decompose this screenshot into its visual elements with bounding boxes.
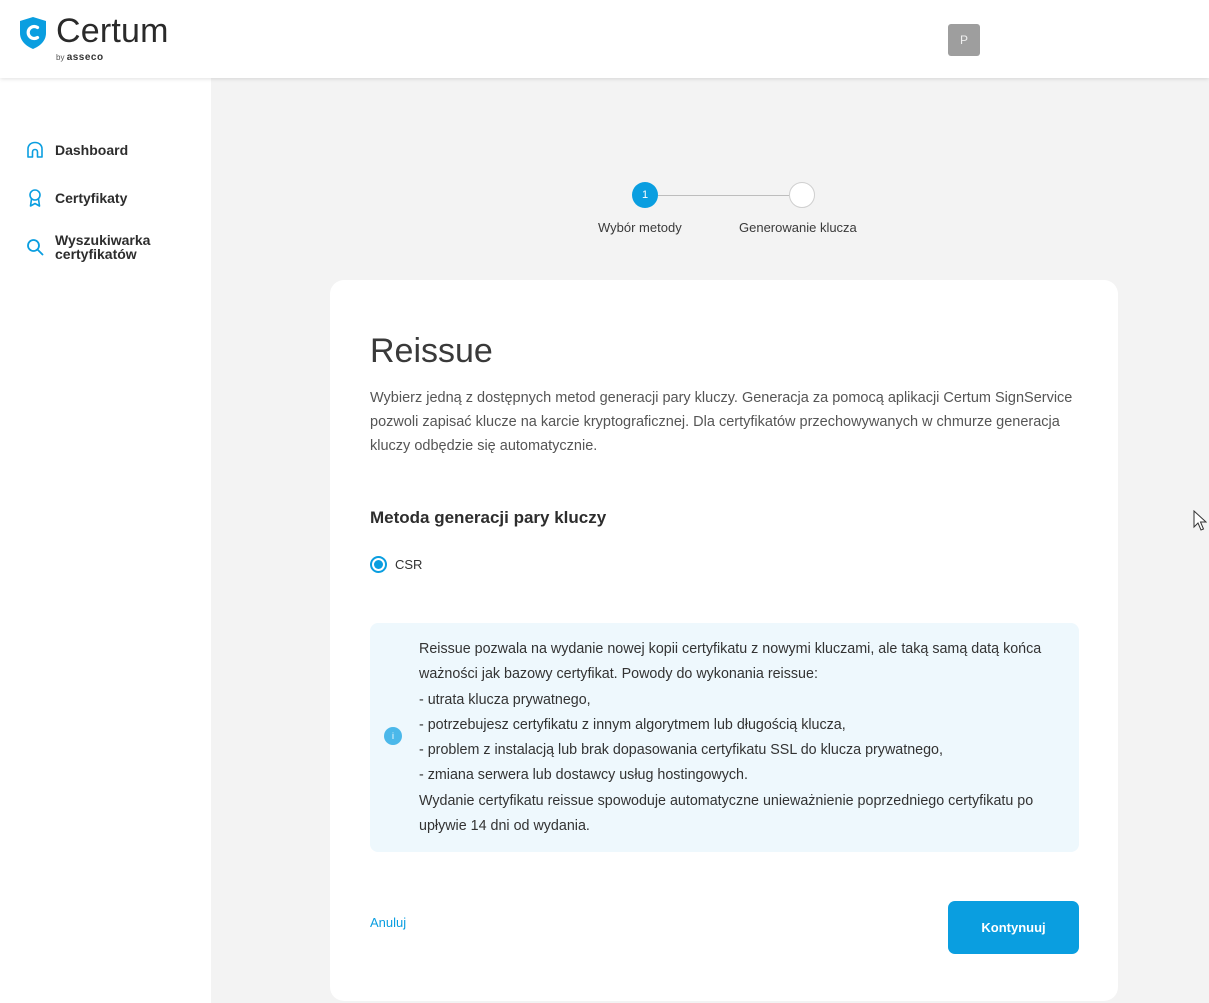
sidebar-item-label: Certyfikaty <box>55 190 128 206</box>
continue-button[interactable]: Kontynuuj <box>948 901 1079 954</box>
step-1-indicator: 1 <box>632 182 658 208</box>
mouse-cursor-icon <box>1193 510 1207 531</box>
info-line: Reissue pozwala na wydanie nowej kopii c… <box>419 641 1042 683</box>
section-title: Metoda generacji pary kluczy <box>370 508 607 527</box>
reissue-card: Reissue Wybierz jedną z dostępnych metod… <box>330 280 1118 1001</box>
info-line: - utrata klucza prywatnego, <box>419 691 591 708</box>
step-2-label: Generowanie klucza <box>739 220 857 235</box>
cancel-link[interactable]: Anuluj <box>370 915 406 930</box>
certum-logo[interactable]: Certum by asseco <box>18 12 178 64</box>
step-1-label: Wybór metody <box>598 220 682 235</box>
home-icon <box>27 141 43 158</box>
radio-button-selected[interactable] <box>370 556 387 573</box>
info-text: Reissue pozwala na wydanie nowej kopii c… <box>419 637 1069 839</box>
info-line: - potrzebujesz certyfikatu z innym algor… <box>419 716 846 733</box>
sidebar: Dashboard Certyfikaty Wyszukiwarka certy… <box>0 78 211 1003</box>
sidebar-item-certyfikaty[interactable]: Certyfikaty <box>25 188 127 208</box>
sidebar-item-dashboard[interactable]: Dashboard <box>25 140 128 160</box>
logo-byline: by asseco <box>56 52 104 63</box>
info-line: Wydanie certyfikatu reissue spowoduje au… <box>419 792 1034 835</box>
info-line: - zmiana serwera lub dostawcy usług host… <box>419 767 748 784</box>
info-box: i Reissue pozwala na wydanie nowej kopii… <box>370 623 1079 852</box>
step-2-indicator <box>789 182 815 208</box>
sidebar-item-wyszukiwarka[interactable]: Wyszukiwarka certyfikatów <box>25 233 165 261</box>
page-title: Reissue <box>370 332 493 370</box>
sidebar-item-label: Dashboard <box>55 142 129 158</box>
award-icon <box>29 189 41 207</box>
info-icon: i <box>384 727 402 745</box>
info-line: - problem z instalacją lub brak dopasowa… <box>419 742 943 759</box>
user-avatar[interactable]: P <box>948 24 980 56</box>
shield-logo-icon <box>20 17 46 49</box>
sidebar-item-label: Wyszukiwarka certyfikatów <box>55 232 151 262</box>
progress-stepper: 1 Wybór metody Generowanie klucza <box>580 180 900 240</box>
search-icon <box>27 239 44 256</box>
step-connector <box>658 195 789 196</box>
logo-wordmark: Certum <box>56 12 169 50</box>
radio-option-csr[interactable]: CSR <box>370 556 422 573</box>
top-header: Certum by asseco P <box>0 0 1209 78</box>
page-description: Wybierz jedną z dostępnych metod generac… <box>370 390 1073 454</box>
radio-label: CSR <box>395 557 423 572</box>
